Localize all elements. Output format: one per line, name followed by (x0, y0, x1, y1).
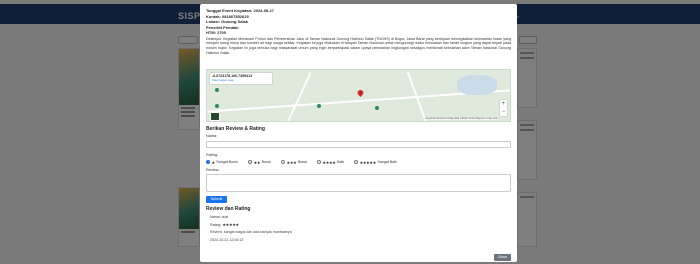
rating-label: Rating: (206, 153, 219, 157)
map-pin-icon[interactable] (357, 90, 364, 97)
event-info: Tanggal Event Kegiatan: 2024-08-27 Konta… (206, 8, 511, 56)
rating-radio[interactable] (248, 160, 253, 164)
rating-option-label: Baik (337, 160, 345, 164)
map-poi-icon[interactable] (215, 104, 219, 108)
rating-option[interactable]: ★★★★ Baik (316, 159, 345, 165)
rating-option-label: Biasa (297, 160, 307, 164)
rating-option[interactable]: ★★★★★ Sangat Baik (354, 160, 397, 165)
rating-option-label: Buruk (261, 160, 272, 164)
map-poi-icon[interactable] (317, 104, 321, 108)
review-rating: Rating: ★★★★★ (210, 222, 239, 227)
zoom-out-button[interactable]: − (500, 108, 507, 116)
star-icon: ★★ (253, 159, 261, 165)
satellite-toggle[interactable] (210, 112, 220, 121)
event-detail-modal: Tanggal Event Kegiatan: 2024-08-27 Konta… (200, 4, 517, 262)
review-rating-label: Rating: (210, 223, 222, 227)
rating-option[interactable]: ★ Sangat Buruk (206, 160, 238, 165)
close-button[interactable]: Close (494, 254, 511, 261)
star-icon: ★★★★ (322, 159, 336, 165)
review-label: Review: (206, 168, 220, 172)
rating-radio[interactable] (281, 160, 286, 164)
name-label: Nama: (206, 134, 218, 138)
rating-radio[interactable] (354, 160, 359, 164)
map-poi-icon[interactable] (215, 88, 219, 92)
zoom-in-button[interactable]: + (500, 100, 507, 108)
review-form-title: Berikan Review & Rating (206, 126, 265, 132)
location-map[interactable]: -6.6723178,106.7359413 View larger map +… (206, 69, 511, 122)
rating-option[interactable]: ★★★ Biasa (281, 160, 307, 165)
star-icon: ★★★★★ (359, 159, 377, 165)
submit-button[interactable]: Submit (206, 196, 227, 203)
rating-option-label: Sangat Baik (377, 160, 397, 164)
name-input[interactable] (206, 141, 511, 148)
map-water-area (457, 75, 497, 95)
rating-radio[interactable] (206, 160, 210, 164)
star-icon: ★ (211, 159, 216, 165)
event-htm: HTM: 2700 (206, 30, 227, 35)
map-info-card: -6.6723178,106.7359413 View larger map (210, 73, 272, 84)
review-item: Nama: cust Rating: ★★★★★ Review: sangat … (206, 211, 511, 251)
map-zoom-control[interactable]: + − (500, 100, 507, 116)
view-larger-map-link[interactable]: View larger map (212, 78, 270, 82)
review-textarea[interactable] (206, 174, 511, 192)
star-icon: ★★★★★ (222, 222, 239, 227)
event-description: Deskripsi: Kegiatan Menanam Pohon dan Pe… (206, 36, 511, 56)
map-footer: Keyboard shortcuts Map data ©2024 Terms … (425, 117, 498, 120)
review-text: Review: sangat bagus dan ada banyak manf… (210, 230, 292, 234)
review-date: 2024-10-21 12:05:13 (210, 238, 244, 242)
rating-option[interactable]: ★★ Buruk (248, 160, 271, 165)
rating-option-label: Sangat Buruk (216, 160, 239, 164)
review-author: Nama: cust (210, 215, 229, 219)
map-poi-icon[interactable] (375, 106, 379, 110)
star-icon: ★★★ (286, 159, 297, 165)
rating-radio[interactable] (316, 160, 321, 164)
rating-options: ★ Sangat Buruk ★★ Buruk ★★★ Biasa ★★★★ B… (206, 159, 511, 165)
